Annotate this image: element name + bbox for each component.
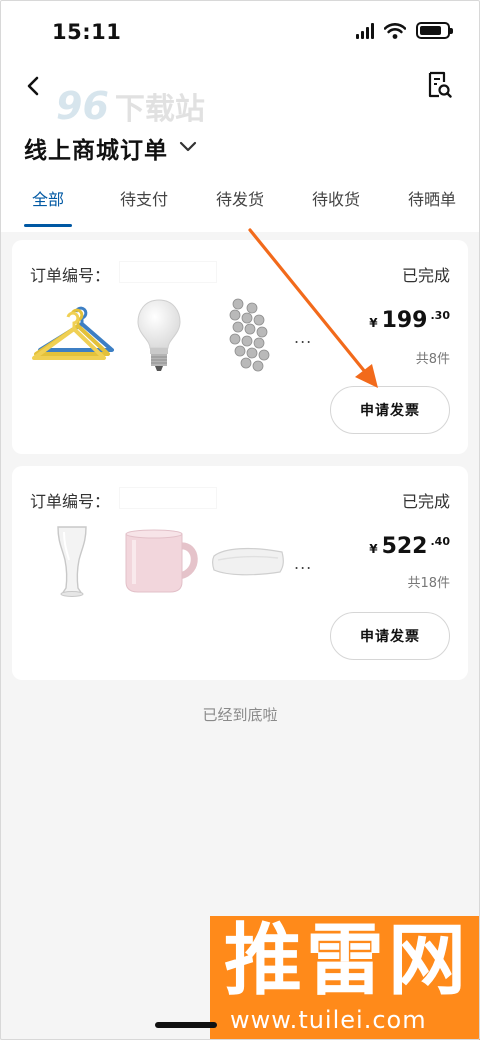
tab-pending-shipment[interactable]: 待发货: [216, 186, 264, 210]
hangers-thumbnail: [32, 306, 114, 360]
item-count: 共18件: [407, 576, 450, 591]
order-status: 已完成: [401, 266, 450, 285]
order-card[interactable]: 订单编号： 已完成 ... ¥ 199 .30 共8件 申请发票: [12, 240, 468, 454]
light-bulb-thumbnail: [137, 299, 181, 371]
status-time: 15:11: [52, 20, 122, 44]
home-indicator: [155, 1022, 217, 1028]
order-price: ¥ 199 .30: [369, 308, 450, 333]
battery-icon: [416, 22, 453, 39]
order-number-redacted: [120, 262, 216, 282]
request-invoice-button[interactable]: 申请发票: [330, 386, 450, 434]
tab-all[interactable]: 全部: [32, 186, 64, 210]
order-number-label: 订单编号：: [30, 492, 111, 511]
wifi-icon: [384, 22, 406, 39]
chevron-down-icon[interactable]: [176, 134, 200, 158]
more-items-ellipsis: ...: [294, 554, 313, 573]
hexagon-mirror-thumbnail: [229, 298, 270, 372]
end-of-list-note: 已经到底啦: [202, 706, 278, 724]
invoice-search-icon[interactable]: [426, 70, 452, 100]
order-status: 已完成: [401, 492, 450, 511]
pillow-thumbnail: [211, 547, 284, 576]
tab-pending-review[interactable]: 待晒单: [408, 186, 456, 210]
watermark-logo: 96 下载站: [56, 84, 205, 128]
order-number-label: 订单编号：: [30, 266, 111, 285]
more-items-ellipsis: ...: [294, 328, 313, 347]
beer-glass-thumbnail: [57, 526, 87, 597]
tab-pending-payment[interactable]: 待支付: [120, 186, 168, 210]
item-count: 共8件: [415, 352, 450, 367]
order-number-redacted: [120, 488, 216, 508]
request-invoice-button[interactable]: 申请发票: [330, 612, 450, 660]
order-card[interactable]: 订单编号： 已完成 ... ¥ 522 .40 共18件 申请发票: [12, 466, 468, 680]
page-title[interactable]: 线上商城订单: [24, 131, 168, 165]
pink-mug-thumbnail: [125, 529, 198, 593]
tab-pending-receipt[interactable]: 待收货: [312, 186, 360, 210]
back-arrow-icon[interactable]: [20, 72, 48, 100]
brand-watermark: 推雷网 www.tuilei.com: [210, 916, 480, 1040]
order-price: ¥ 522 .40: [369, 534, 450, 559]
active-tab-indicator: [24, 224, 72, 227]
signal-icon: [356, 22, 374, 39]
status-icons: [356, 22, 453, 39]
order-tabs: 全部 待支付 待发货 待收货 待晒单: [0, 186, 480, 226]
